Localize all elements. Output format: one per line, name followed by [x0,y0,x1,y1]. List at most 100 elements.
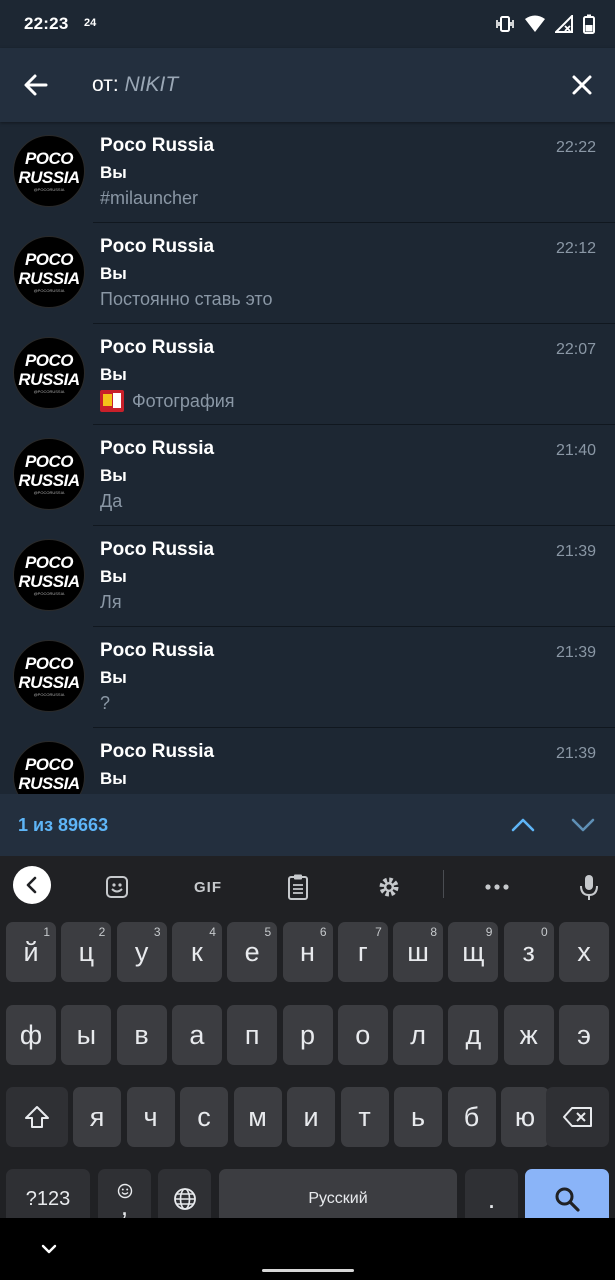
key-1-label: й [23,936,39,967]
shift-key[interactable] [6,1087,68,1147]
toolbar-divider [443,870,444,898]
microphone-icon [580,875,598,900]
key-row3-1[interactable]: я [73,1087,121,1147]
result-row[interactable]: POCO RUSSIA @POCORUSSIA Poco Russia Вы Да 21:4… [0,425,615,526]
gear-icon [379,877,399,897]
key-3[interactable]: у3 [116,922,167,982]
avatar-line-2: RUSSIA [18,572,80,591]
search-results-list: POCO RUSSIA @POCORUSSIA Poco Russia Вы #milau… [0,122,615,794]
key-row2-6[interactable]: р [282,1005,333,1065]
key-4-label: к [190,936,203,967]
key-10-hint: 0 [541,925,548,939]
key-7[interactable]: г7 [337,922,388,982]
sender-name: Вы [100,769,127,788]
avatar-line-1: POCO [24,755,74,774]
backspace-key[interactable] [546,1087,609,1147]
avatar-line-2: RUSSIA [18,370,80,389]
status-badge: 24 [84,17,97,29]
clear-search-button[interactable] [567,70,597,100]
key-row2-2[interactable]: ы [61,1005,112,1065]
key-row3-3[interactable]: с [180,1087,228,1147]
chat-name: Poco Russia [100,438,215,459]
vibrate-icon [495,15,515,38]
key-6[interactable]: н6 [282,922,333,982]
avatar-line-3: @POCORUSSIA [33,692,65,697]
clipboard-button[interactable] [279,868,317,906]
key-7-hint: 7 [375,925,382,939]
key-row2-3[interactable]: в [116,1005,167,1065]
voice-input-button[interactable] [570,868,608,906]
key-11[interactable]: х [559,922,609,982]
result-row[interactable]: POCORUSSIA@POCORUSSIA Poco Russia Вы 21:39 [0,728,615,794]
key-2-hint: 2 [98,925,106,939]
key-9[interactable]: щ9 [448,922,499,982]
key-row2-5[interactable]: п [227,1005,278,1065]
key-row3-8[interactable]: б [447,1087,496,1147]
key-row3-2-label: ч [143,1101,158,1132]
next-result-button[interactable] [569,811,597,839]
key-row2-11[interactable]: э [559,1005,609,1065]
message-preview-text: Фотография [132,390,235,411]
key-row2-10[interactable]: ж [503,1005,554,1065]
previous-result-button[interactable] [509,811,537,839]
avatar-line-2: RUSSIA [18,269,80,288]
key-row2-1[interactable]: ф [6,1005,56,1065]
key-row2-6-label: р [299,1019,316,1050]
search-input[interactable]: от: NIKIT [92,73,178,97]
avatar-line-2: RUSSIA [18,673,80,692]
message-preview: Да [100,491,122,512]
settings-button[interactable] [370,868,408,906]
message-preview-text: Да [100,491,123,511]
collapse-toolbar-button[interactable] [13,866,51,904]
message-preview: Фотография [100,390,235,412]
avatar: POCORUSSIA@POCORUSSIA [13,135,85,207]
result-row[interactable]: POCO RUSSIA @POCORUSSIA Poco Russia Вы #milau… [0,122,615,223]
message-preview: #milauncher [100,188,198,209]
key-row2-9[interactable]: д [448,1005,499,1065]
key-7-label: г [357,936,368,967]
result-row[interactable]: POCO RUSSIA @POCORUSSIA Poco Russia Вы? 21:39 [0,627,615,728]
gif-button[interactable]: GIF [184,868,232,906]
key-row2-7[interactable]: о [337,1005,388,1065]
key-row2-2-label: ы [76,1019,96,1050]
status-icons [495,13,595,39]
key-8[interactable]: ш8 [393,922,444,982]
key-5-hint: 5 [264,925,272,939]
key-4-hint: 4 [209,925,216,939]
chat-name: Poco Russia [100,236,215,257]
key-10[interactable]: з0 [503,922,554,982]
key-row3-9[interactable]: ю [501,1087,549,1147]
signal-icon [553,13,573,38]
result-row[interactable]: POCO RUSSIA @POCORUSSIA Poco Russia Вы Постоя… [0,223,615,324]
chat-name: Poco Russia [100,640,215,661]
key-2[interactable]: ц2 [61,922,112,982]
search-prefix: от: [92,73,119,96]
avatar-line-1: POCO [24,452,74,471]
key-4[interactable]: к4 [171,922,222,982]
avatar-line-3: @POCORUSSIA [33,288,65,293]
message-preview-text: Постоянно ставь это [100,289,273,309]
key-5[interactable]: е5 [227,922,278,982]
search-header: от: NIKIT [0,48,615,122]
hide-keyboard-button[interactable] [40,1240,58,1258]
chevron-down-icon [41,1244,57,1254]
back-button[interactable] [20,69,52,101]
result-row[interactable]: POCO RUSSIA @POCORUSSIA Poco Russia Вы Ля 21:3… [0,526,615,627]
avatar-line-1: POCO [24,250,74,269]
avatar-line-3: @POCORUSSIA [33,187,65,192]
key-row3-2[interactable]: ч [126,1087,175,1147]
key-row3-6[interactable]: т [340,1087,389,1147]
key-row3-5[interactable]: и [287,1087,335,1147]
key-row3-4[interactable]: м [233,1087,282,1147]
message-preview: Ля [100,592,122,613]
more-button[interactable] [478,868,516,906]
key-row2-8[interactable]: л [393,1005,444,1065]
key-row3-7[interactable]: ь [394,1087,442,1147]
search-icon [555,1187,580,1212]
key-1[interactable]: й1 [6,922,56,982]
status-bar: 22:23 24 [0,0,615,48]
sticker-button[interactable] [98,868,136,906]
key-row2-4[interactable]: а [171,1005,222,1065]
home-gesture-pill[interactable] [262,1269,354,1272]
result-row[interactable]: POCO RUSSIA @POCORUSSIA Poco Russia Вы Фотогр… [0,324,615,425]
